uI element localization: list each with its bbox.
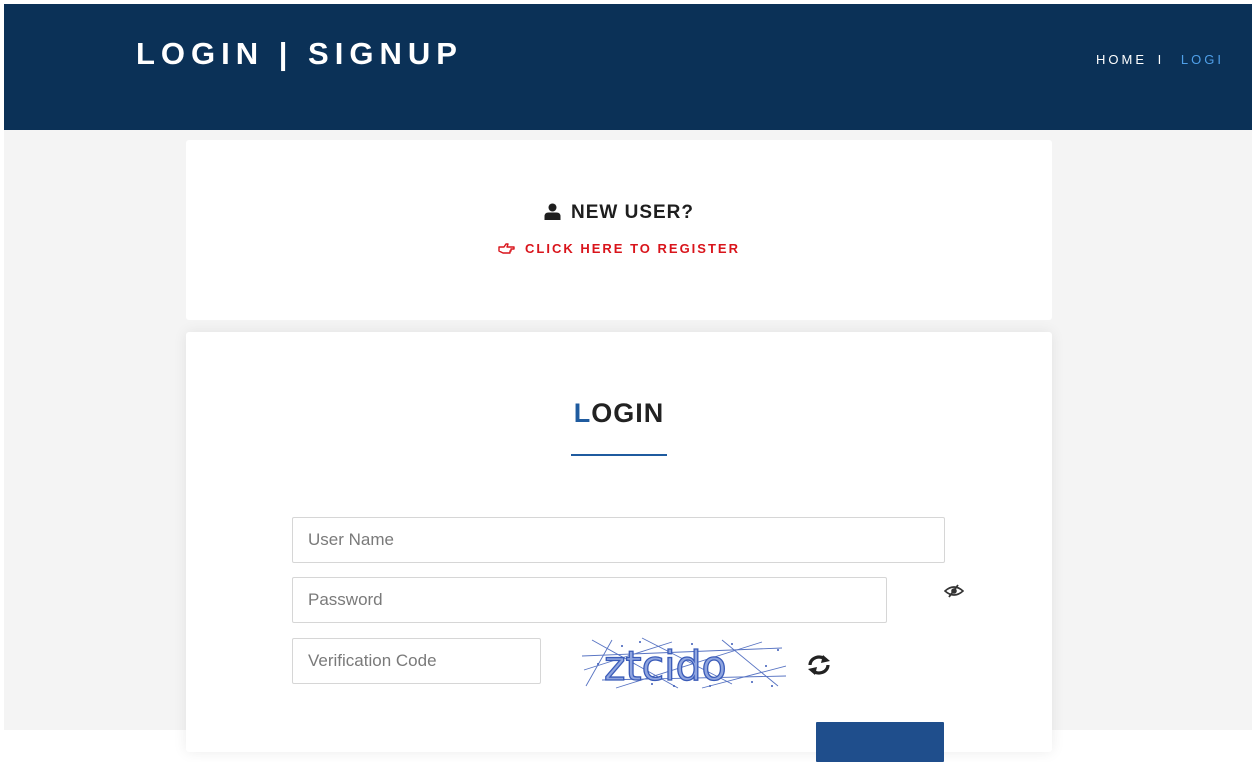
register-link[interactable]: CLICK HERE TO REGISTER [186, 241, 1052, 256]
password-input[interactable] [292, 577, 887, 623]
captcha-text: ztcido [604, 642, 727, 690]
refresh-icon[interactable] [806, 654, 832, 676]
login-card: LOGIN ztcido [186, 332, 1052, 762]
breadcrumb-current: LOGI [1180, 52, 1224, 67]
new-user-text: NEW USER? [571, 202, 694, 223]
hand-pointer-icon [498, 243, 515, 254]
login-title: LOGIN [186, 398, 1052, 429]
username-input[interactable] [292, 517, 945, 563]
login-title-rest: OGIN [591, 398, 665, 428]
breadcrumb-home-link[interactable]: HOME [1096, 52, 1147, 67]
verification-code-input[interactable] [292, 638, 541, 684]
register-card: NEW USER? CLICK HERE TO REGISTER [186, 140, 1052, 320]
breadcrumb: HOME I LOGI [1096, 52, 1224, 67]
captcha-image: ztcido [582, 636, 786, 690]
register-link-label: CLICK HERE TO REGISTER [525, 241, 740, 256]
login-title-first-letter: L [573, 398, 592, 428]
new-user-heading: NEW USER? [186, 202, 1052, 224]
top-header: LOGIN | SIGNUP HOME I LOGI [4, 4, 1252, 130]
eye-slash-icon[interactable] [944, 584, 964, 598]
page-header-title: LOGIN | SIGNUP [136, 36, 463, 71]
login-submit-button[interactable] [816, 722, 944, 762]
breadcrumb-separator: I [1157, 52, 1165, 67]
title-underline [571, 454, 667, 456]
user-icon [544, 203, 561, 220]
